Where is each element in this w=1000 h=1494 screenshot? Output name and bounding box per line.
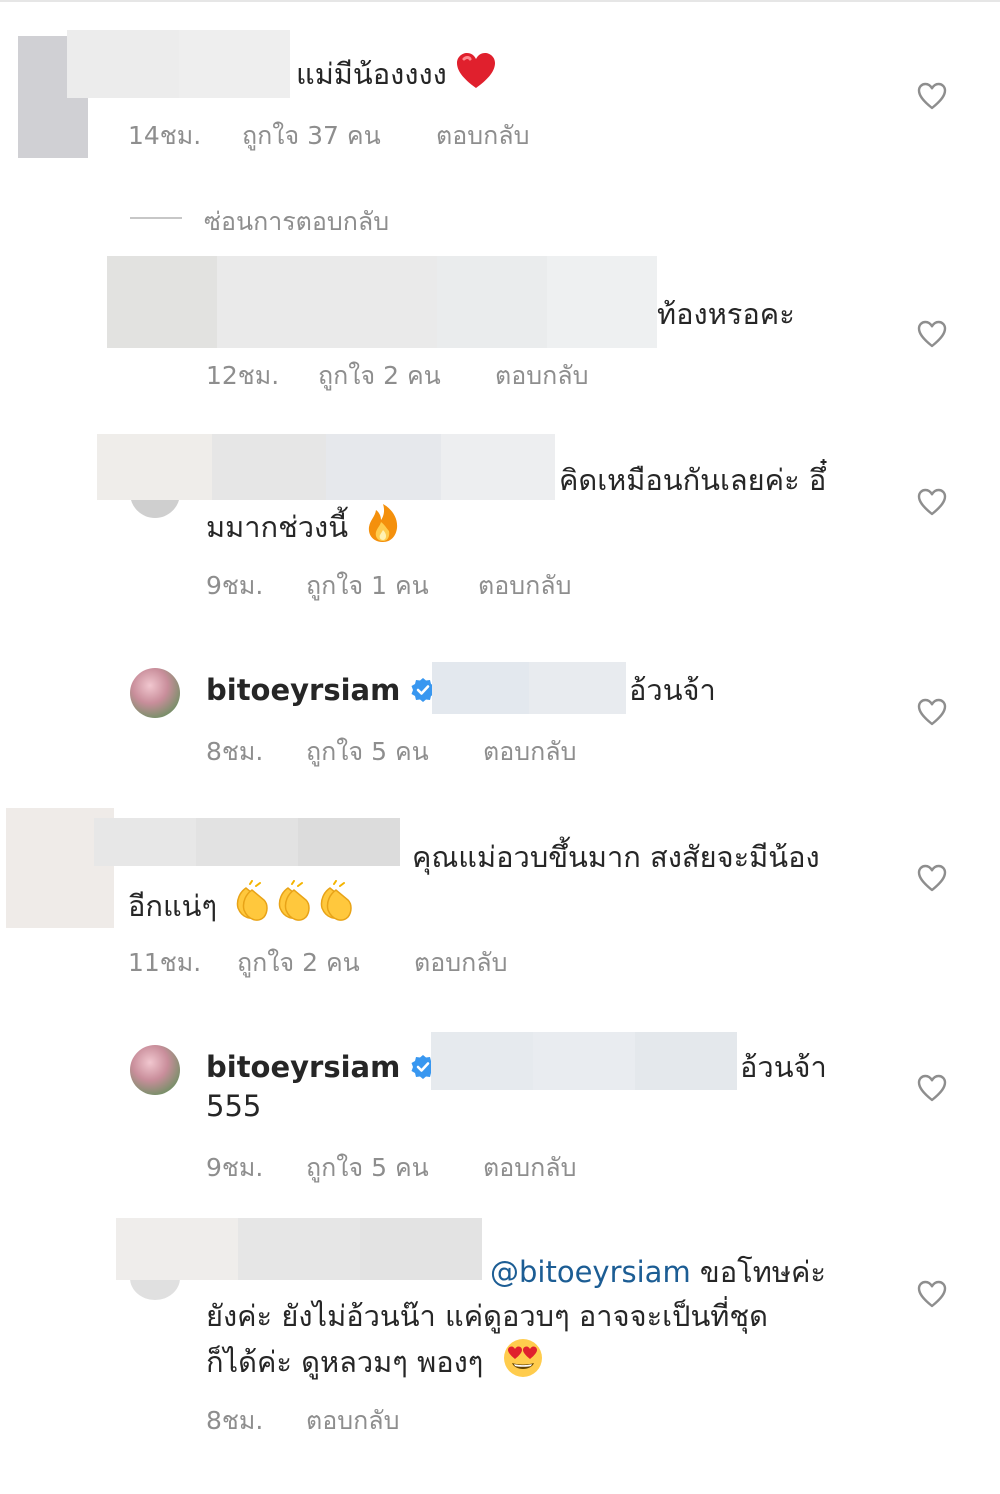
comment-text-line-2: ยังค่ะ ยังไม่อ้วนน๊า แค่ดูอวบๆ อาจจะเป็น…: [206, 1299, 768, 1333]
avatar[interactable]: [130, 1045, 180, 1095]
reply-button[interactable]: ตอบกลับ: [483, 732, 576, 772]
like-heart-icon[interactable]: [917, 488, 947, 516]
reply-button[interactable]: ตอบกลับ: [483, 1148, 576, 1188]
likes-count[interactable]: ถูกใจ 5 คน: [306, 732, 429, 772]
reply-button[interactable]: ตอบกลับ: [306, 1401, 399, 1441]
reply-button[interactable]: ตอบกลับ: [414, 943, 507, 983]
mention-redacted: [431, 1032, 737, 1090]
username-redacted: [116, 1218, 482, 1280]
timestamp: 9ชม.: [206, 571, 264, 600]
likes-count[interactable]: ถูกใจ 2 คน: [318, 356, 441, 396]
timestamp: 12ชม.: [206, 361, 280, 390]
like-heart-icon[interactable]: [917, 698, 947, 726]
comment-text-line-1: คุณแม่อวบขึ้นมาก สงสัยจะมีน้อง: [412, 840, 820, 874]
top-divider: [0, 0, 1000, 2]
reply-button[interactable]: ตอบกลับ: [436, 116, 529, 156]
fire-emoji: [365, 503, 401, 555]
like-heart-icon[interactable]: [917, 1280, 947, 1308]
timestamp: 11ชม.: [128, 948, 202, 977]
comment-text-line-1: คิดเหมือนกันเลยค่ะ อึ๋: [559, 463, 827, 497]
reply-button[interactable]: ตอบกลับ: [478, 566, 571, 606]
comment-text-line-2: 555: [206, 1089, 262, 1123]
comment-text-line-2: มมากช่วงนี้: [206, 503, 401, 555]
username-redacted: [67, 30, 290, 98]
mention-link[interactable]: @bitoeyrsiam: [490, 1255, 691, 1289]
like-heart-icon[interactable]: [917, 82, 947, 110]
username[interactable]: bitoeyrsiam: [206, 673, 400, 707]
username-redacted: [107, 256, 657, 348]
timestamp: 8ชม.: [206, 737, 264, 766]
timestamp: 14ชม.: [128, 121, 202, 150]
comment-text: แม่มีน้องงงง: [296, 52, 496, 102]
comment-text-line-1: @bitoeyrsiam ขอโทษค่ะ: [490, 1255, 826, 1289]
likes-count[interactable]: ถูกใจ 5 คน: [306, 1148, 429, 1188]
like-heart-icon[interactable]: [917, 320, 947, 348]
heart-emoji: [456, 52, 496, 102]
likes-count[interactable]: ถูกใจ 1 คน: [306, 566, 429, 606]
likes-count[interactable]: ถูกใจ 37 คน: [242, 116, 381, 156]
username[interactable]: bitoeyrsiam: [206, 1050, 400, 1084]
comment-text: อ้วนจ้า: [629, 673, 716, 707]
timestamp: 8ชม.: [206, 1406, 264, 1435]
like-heart-icon[interactable]: [917, 864, 947, 892]
comment-text: อ้วนจ้า: [740, 1050, 827, 1084]
clapping-hands-emoji: [232, 880, 356, 934]
mention-redacted: [432, 662, 626, 714]
like-heart-icon[interactable]: [917, 1074, 947, 1102]
reply-button[interactable]: ตอบกลับ: [495, 356, 588, 396]
comment-header: bitoeyrsiam: [206, 1045, 436, 1089]
avatar[interactable]: [130, 668, 180, 718]
comment-header: bitoeyrsiam: [206, 668, 436, 712]
hide-replies-button[interactable]: ซ่อนการตอบกลับ: [204, 202, 389, 242]
timestamp: 9ชม.: [206, 1153, 264, 1182]
username-redacted: [94, 818, 400, 866]
comment-text: ท้องหรอคะ: [657, 297, 795, 331]
comment-text-line-3: ก็ได้ค่ะ ดูหลวมๆ พองๆ: [206, 1338, 543, 1390]
comment-text-line-2: อีกแน่ๆ: [128, 880, 356, 934]
heart-eyes-emoji: [503, 1338, 543, 1390]
hide-replies-line: [130, 217, 182, 219]
likes-count[interactable]: ถูกใจ 2 คน: [237, 943, 360, 983]
username-redacted: [97, 434, 555, 500]
